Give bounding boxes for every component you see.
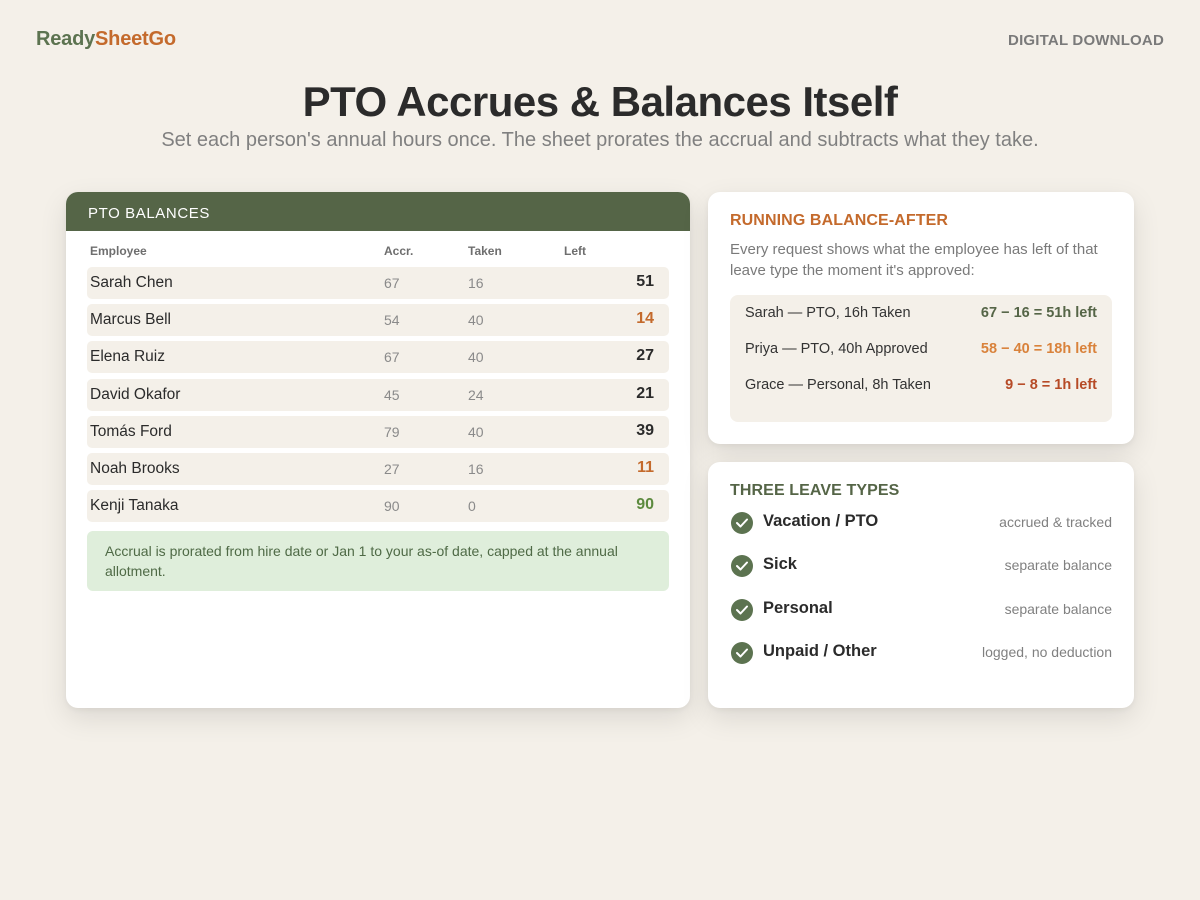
employee-name: Tomás Ford bbox=[90, 422, 172, 440]
employee-name: David Okafor bbox=[90, 385, 181, 403]
accrued-value: 79 bbox=[384, 423, 400, 440]
example-label: Grace — Personal, 8h Taken bbox=[745, 377, 931, 393]
balances-table-body: Sarah Chen 67 16 51 Marcus Bell 54 40 14 Elena R… bbox=[66, 267, 690, 523]
taken-value: 16 bbox=[468, 275, 484, 291]
leave-types-list: Vacation / PTO accrued & tracked Sick separ… bbox=[730, 512, 1112, 685]
examples-box: Sarah — PTO, 16h Taken 67 − 16 = 51h left… bbox=[730, 295, 1112, 422]
pto-balances-header: PTO BALANCES bbox=[66, 192, 690, 231]
taken-value: 0 bbox=[468, 498, 476, 515]
example-result: 58 − 40 = 18h left bbox=[980, 341, 1097, 357]
leave-type-note: separate balance bbox=[1004, 557, 1112, 574]
brand-logo[interactable]: ReadySheetGo bbox=[36, 28, 176, 51]
leave-type-name: Unpaid / Other bbox=[763, 641, 877, 660]
left-value: 39 bbox=[636, 421, 654, 439]
example-row: Sarah — PTO, 16h Taken 67 − 16 = 51h left bbox=[745, 305, 1097, 341]
leave-types-title: THREE LEAVE TYPES bbox=[730, 482, 900, 499]
page-title: PTO Accrues & Balances Itself bbox=[302, 78, 898, 125]
example-row: Priya — PTO, 40h Approved 58 − 40 = 18h l… bbox=[745, 341, 1097, 377]
accrued-value: 45 bbox=[384, 386, 400, 403]
left-value: 14 bbox=[636, 310, 654, 328]
table-row[interactable]: Noah Brooks 27 16 11 bbox=[87, 452, 669, 485]
leave-type-item: Sick separate balance bbox=[730, 555, 1112, 598]
leave-type-name: Sick bbox=[763, 555, 797, 574]
running-balance-card: RUNNING BALANCE-AFTER Every request show… bbox=[708, 192, 1134, 444]
left-value: 51 bbox=[636, 273, 654, 290]
accrual-note: Accrual is prorated from hire date or Ja… bbox=[87, 531, 669, 592]
table-row[interactable]: Marcus Bell 54 40 14 bbox=[87, 304, 669, 337]
leave-type-item: Vacation / PTO accrued & tracked bbox=[730, 512, 1112, 555]
accrued-value: 67 bbox=[384, 349, 400, 366]
column-left: Left bbox=[564, 244, 586, 258]
brand-part-1: Ready bbox=[36, 28, 96, 50]
check-circle-icon bbox=[731, 555, 753, 578]
left-value: 21 bbox=[636, 384, 654, 402]
example-result: 67 − 16 = 51h left bbox=[980, 305, 1097, 321]
table-row[interactable]: Elena Ruiz 67 40 27 bbox=[87, 341, 669, 374]
running-balance-title: RUNNING BALANCE-AFTER bbox=[730, 212, 949, 229]
top-bar: ReadySheetGo DIGITAL DOWNLOAD bbox=[36, 28, 1164, 54]
employee-name: Marcus Bell bbox=[90, 311, 171, 329]
taken-value: 40 bbox=[468, 423, 484, 440]
check-circle-icon bbox=[731, 598, 753, 621]
leave-type-note: separate balance bbox=[1004, 600, 1112, 617]
taken-value: 40 bbox=[468, 312, 484, 329]
table-row[interactable]: Sarah Chen 67 16 51 bbox=[87, 267, 669, 299]
leave-type-name: Personal bbox=[763, 598, 833, 617]
example-result: 9 − 8 = 1h left bbox=[1005, 377, 1097, 393]
page-subtitle: Set each person's annual hours once. The… bbox=[161, 129, 1039, 151]
accrued-value: 54 bbox=[384, 312, 400, 329]
example-label: Priya — PTO, 40h Approved bbox=[745, 341, 928, 357]
column-accrued: Accr. bbox=[384, 244, 414, 258]
taken-value: 24 bbox=[468, 386, 484, 403]
employee-name: Elena Ruiz bbox=[90, 348, 165, 366]
employee-name: Noah Brooks bbox=[90, 459, 180, 477]
column-employee: Employee bbox=[90, 244, 147, 258]
leave-type-name: Vacation / PTO bbox=[763, 512, 879, 530]
table-header: Employee Accr. Taken Left bbox=[66, 231, 690, 267]
leave-types-card: THREE LEAVE TYPES Vacation / PTO accrued … bbox=[708, 462, 1134, 708]
example-label: Sarah — PTO, 16h Taken bbox=[745, 305, 911, 321]
running-balance-description: Every request shows what the employee ha… bbox=[730, 241, 1098, 279]
check-circle-icon bbox=[731, 641, 753, 664]
leave-type-item: Personal separate balance bbox=[730, 598, 1112, 642]
table-row[interactable]: David Okafor 45 24 21 bbox=[87, 378, 669, 411]
accrued-value: 67 bbox=[384, 275, 400, 291]
table-row[interactable]: Kenji Tanaka 90 0 90 bbox=[87, 490, 669, 523]
table-row[interactable]: Tomás Ford 79 40 39 bbox=[87, 415, 669, 448]
leave-type-item: Unpaid / Other logged, no deduction bbox=[730, 641, 1112, 685]
left-value: 90 bbox=[636, 496, 654, 514]
leave-type-note: accrued & tracked bbox=[999, 514, 1112, 530]
employee-name: Sarah Chen bbox=[90, 274, 173, 291]
employee-name: Kenji Tanaka bbox=[90, 497, 179, 515]
pto-balances-card: PTO BALANCES Employee Accr. Taken Left S… bbox=[66, 192, 690, 708]
taken-value: 16 bbox=[468, 460, 484, 477]
left-value: 27 bbox=[636, 347, 654, 365]
example-row: Grace — Personal, 8h Taken 9 − 8 = 1h lef… bbox=[745, 377, 1097, 413]
column-taken: Taken bbox=[468, 244, 502, 258]
check-circle-icon bbox=[731, 512, 753, 534]
brand-part-2: SheetGo bbox=[95, 28, 176, 50]
digital-download-tag: DIGITAL DOWNLOAD bbox=[1008, 32, 1164, 49]
taken-value: 40 bbox=[468, 349, 484, 366]
left-value: 11 bbox=[637, 458, 654, 476]
leave-type-note: logged, no deduction bbox=[982, 643, 1112, 660]
accrued-value: 27 bbox=[384, 460, 400, 477]
accrued-value: 90 bbox=[384, 498, 400, 515]
